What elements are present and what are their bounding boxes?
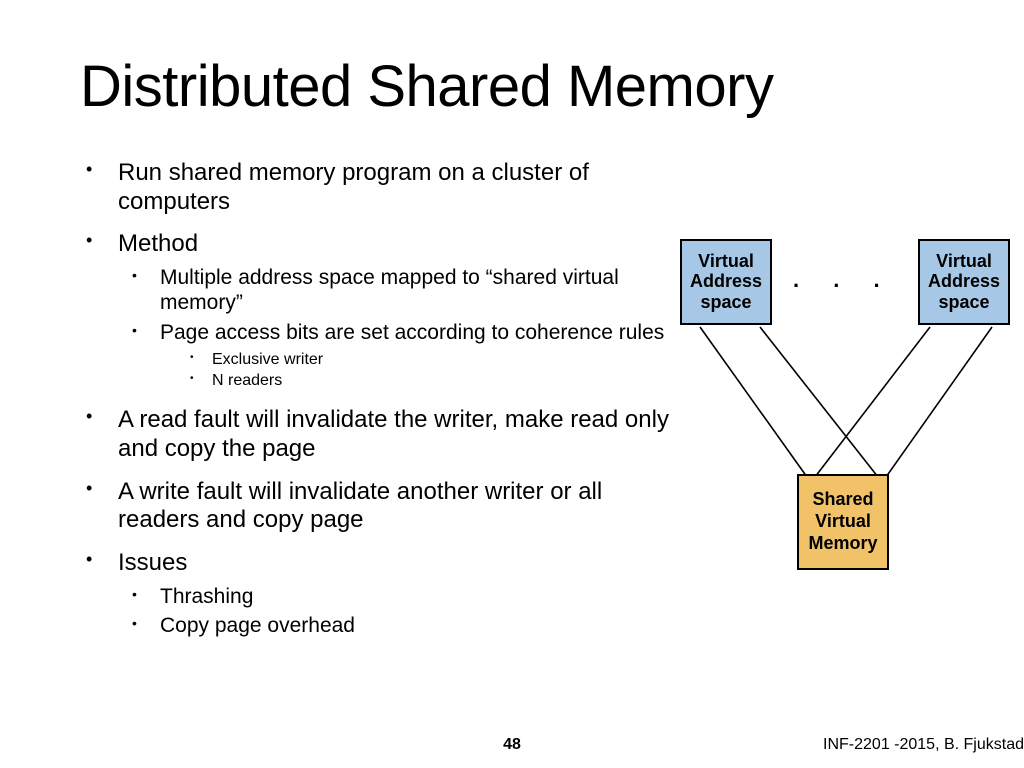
- bullet-text: Page access bits are set according to co…: [160, 321, 664, 344]
- slide: Distributed Shared Memory Run shared mem…: [0, 0, 1024, 768]
- bullet-text: Exclusive writer: [212, 351, 323, 368]
- content-row: Run shared memory program on a cluster o…: [80, 159, 1024, 653]
- sub-bullet-list: Multiple address space mapped to “shared…: [118, 265, 670, 392]
- bullet-list: Run shared memory program on a cluster o…: [80, 159, 670, 639]
- bullet-item: Run shared memory program on a cluster o…: [80, 159, 670, 217]
- sub-bullet-item: Thrashing: [118, 584, 670, 609]
- slide-title: Distributed Shared Memory: [80, 55, 1024, 119]
- bullet-text: A write fault will invalidate another wr…: [118, 478, 602, 534]
- ellipsis-dots: . . .: [793, 267, 894, 293]
- sub-sub-bullet-list: Exclusive writer N readers: [160, 349, 670, 392]
- bullet-text: Run shared memory program on a cluster o…: [118, 159, 589, 215]
- bullet-text: A read fault will invalidate the writer,…: [118, 406, 669, 462]
- bullet-text: Thrashing: [160, 585, 253, 608]
- text-column: Run shared memory program on a cluster o…: [80, 159, 670, 653]
- sub-sub-bullet-item: N readers: [160, 370, 670, 392]
- bullet-text: Multiple address space mapped to “shared…: [160, 266, 619, 314]
- virtual-address-space-box-right: Virtual Address space: [918, 239, 1010, 325]
- diagram: Virtual Address space . . . Virtual Addr…: [680, 239, 1010, 619]
- virtual-address-space-box-left: Virtual Address space: [680, 239, 772, 325]
- sub-bullet-list: Thrashing Copy page overhead: [118, 584, 670, 638]
- bullet-text: Method: [118, 230, 198, 257]
- bullet-item: Method Multiple address space mapped to …: [80, 230, 670, 392]
- bullet-item: A write fault will invalidate another wr…: [80, 478, 670, 536]
- bullet-text: Copy page overhead: [160, 614, 355, 637]
- sub-bullet-item: Page access bits are set according to co…: [118, 320, 670, 392]
- bullet-text: Issues: [118, 549, 187, 576]
- bullet-text: N readers: [212, 372, 282, 389]
- sub-bullet-item: Copy page overhead: [118, 613, 670, 638]
- sub-sub-bullet-item: Exclusive writer: [160, 349, 670, 371]
- bullet-item: Issues Thrashing Copy page overhead: [80, 549, 670, 638]
- footer-text: INF-2201 -2015, B. Fjukstad: [823, 736, 1024, 754]
- shared-virtual-memory-box: Shared Virtual Memory: [797, 474, 889, 570]
- bullet-item: A read fault will invalidate the writer,…: [80, 406, 670, 464]
- sub-bullet-item: Multiple address space mapped to “shared…: [118, 265, 670, 315]
